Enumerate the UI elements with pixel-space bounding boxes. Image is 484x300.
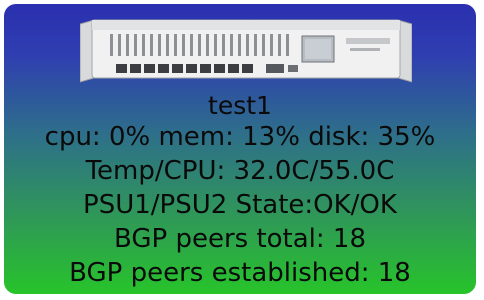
router-icon — [80, 19, 412, 83]
device-info: test1 cpu: 0% mem: 13% disk: 35% Temp/CP… — [4, 92, 476, 290]
device-name: test1 — [208, 91, 272, 120]
bgp-peers-established: BGP peers established: 18 — [69, 258, 411, 288]
resource-usage: cpu: 0% mem: 13% disk: 35% — [44, 122, 436, 152]
device-status-card[interactable]: test1 cpu: 0% mem: 13% disk: 35% Temp/CP… — [4, 4, 476, 294]
bgp-peers-total: BGP peers total: 18 — [113, 224, 367, 254]
psu-state: PSU1/PSU2 State:OK/OK — [83, 190, 397, 220]
temperature-readout: Temp/CPU: 32.0C/55.0C — [85, 156, 395, 186]
